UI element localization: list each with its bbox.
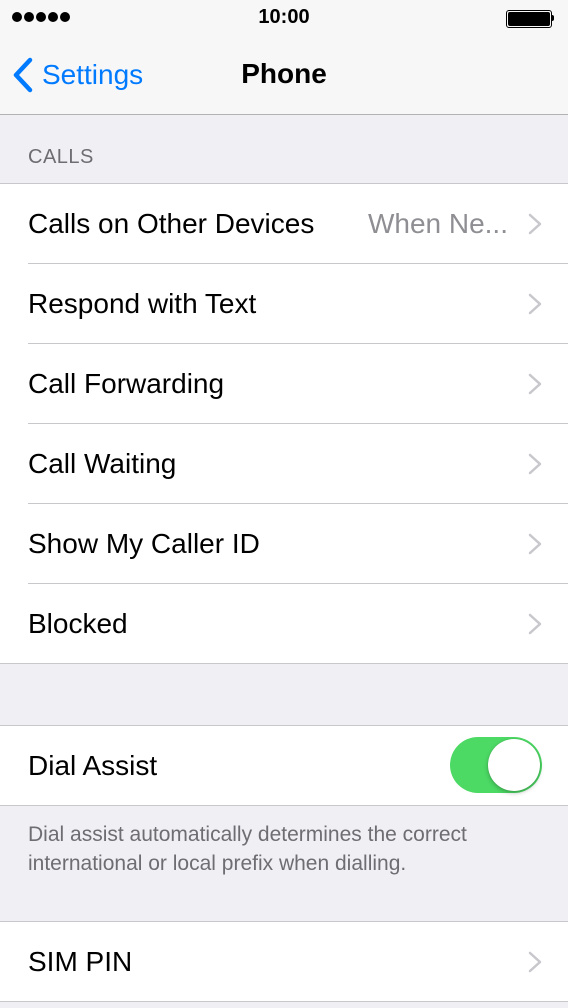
row-label: SIM PIN [28, 946, 133, 977]
toggle-knob [488, 739, 540, 791]
chevron-right-icon [528, 533, 542, 555]
chevron-right-icon [528, 373, 542, 395]
row-label: Blocked [28, 608, 128, 639]
chevron-right-icon [528, 213, 542, 235]
row-call-forwarding[interactable]: Call Forwarding [28, 344, 568, 424]
row-label: Calls on Other Devices [28, 208, 315, 239]
section-header-calls: CALLS [28, 146, 94, 168]
row-value: When Ne... [367, 208, 508, 239]
dial-assist-footer: Dial assist automatically determines the… [28, 823, 467, 875]
dial-assist-group: Dial Assist [0, 725, 568, 806]
row-sim-pin[interactable]: SIM PIN [28, 922, 568, 1001]
battery-icon [506, 10, 556, 28]
sim-group: SIM PIN [0, 921, 568, 1002]
row-label: Show My Caller ID [28, 528, 260, 559]
dial-assist-toggle[interactable] [450, 737, 542, 793]
row-label: Respond with Text [28, 288, 257, 319]
page-title: Phone [241, 58, 327, 89]
row-dial-assist: Dial Assist [28, 726, 568, 805]
row-show-my-caller-id[interactable]: Show My Caller ID [28, 504, 568, 584]
chevron-right-icon [528, 613, 542, 635]
top-bar: 10:00 Settings Phone [0, 0, 568, 115]
chevron-right-icon [528, 951, 542, 973]
row-respond-with-text[interactable]: Respond with Text [28, 264, 568, 344]
row-label: Call Forwarding [28, 368, 225, 399]
chevron-right-icon [528, 293, 542, 315]
row-calls-on-other-devices[interactable]: Calls on Other Devices When Ne... [28, 184, 568, 264]
calls-group: Calls on Other Devices When Ne... Respon… [0, 183, 568, 664]
row-blocked[interactable]: Blocked [28, 584, 568, 663]
row-label: Call Waiting [28, 448, 177, 479]
row-label: Dial Assist [28, 750, 158, 781]
status-bar: 10:00 [0, 0, 568, 36]
navigation-bar: Settings Phone [0, 36, 568, 114]
chevron-right-icon [528, 453, 542, 475]
status-time: 10:00 [258, 6, 310, 28]
row-call-waiting[interactable]: Call Waiting [28, 424, 568, 504]
